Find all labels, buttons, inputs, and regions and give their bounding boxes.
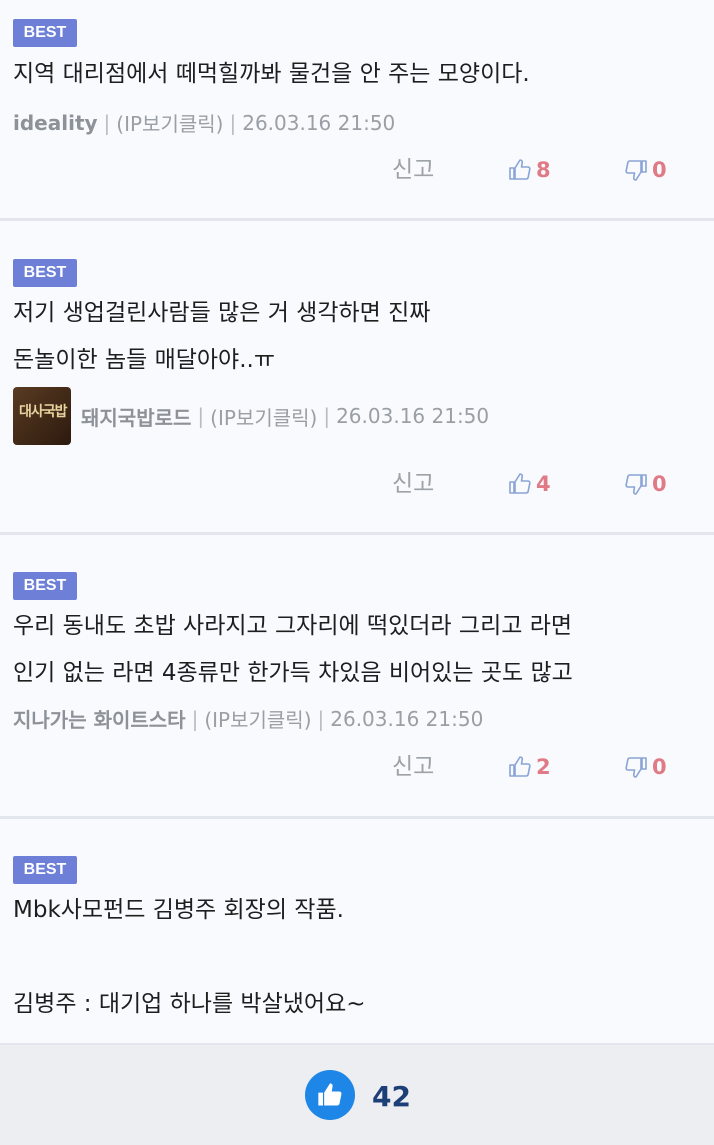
best-badge: BEST [13,572,77,600]
author-nick[interactable]: ideality [13,111,98,135]
author-nick[interactable]: 지나가는 화이트스타 [13,704,186,733]
comment-4: BEST Mbk사모펀드 김병주 회장의 작품. 김병주 : 대기업 하나를 박… [0,819,714,1043]
divider: | [317,706,325,731]
divider: | [197,404,205,428]
comment-text: Mbk사모펀드 김병주 회장의 작품. 김병주 : 대기업 하나를 박살냈어요~ [13,897,366,1017]
comment-actions: 신고 8 0 [0,150,714,190]
best-badge: BEST [13,856,77,884]
upvote-count: 8 [536,158,551,182]
comment-2: BEST 저기 생업걸린사람들 많은 거 생각하면 진짜 돈놀이한 놈들 매달아… [0,221,714,535]
upvote-count: 4 [536,472,551,496]
comment-text: 우리 동내도 초밥 사라지고 그자리에 떡있더라 그리고 라면 인기 없는 라면… [13,613,573,686]
report-button[interactable]: 신고 [392,747,434,787]
like-bar: 42 [0,1043,714,1145]
thumb-up-icon [509,473,531,494]
ip-link[interactable]: (IP보기클릭) [116,108,223,137]
downvote-count: 0 [652,472,667,496]
best-badge: BEST [13,19,77,47]
comment-actions: 신고 2 0 [0,747,714,787]
upvote-button[interactable]: 8 [508,150,551,190]
comment-actions: 신고 4 0 [0,464,714,504]
user-avatar[interactable]: 대사국밥 [13,387,71,445]
thumb-up-icon [509,159,531,180]
ip-link[interactable]: (IP보기클릭) [210,402,317,431]
downvote-button[interactable]: 0 [624,464,667,504]
upvote-button[interactable]: 4 [508,464,551,504]
downvote-button[interactable]: 0 [624,747,667,787]
report-button[interactable]: 신고 [392,464,434,504]
timestamp: 26.03.16 21:50 [336,404,490,428]
like-button[interactable] [305,1070,355,1120]
like-icon [318,1083,342,1106]
divider: | [323,404,331,428]
comment-meta: 지나가는 화이트스타 | (IP보기클릭) | 26.03.16 21:50 [13,704,483,733]
upvote-button[interactable]: 2 [508,747,551,787]
thumb-up-icon [509,756,531,777]
comment-1: BEST 지역 대리점에서 떼먹힐까봐 물건을 안 주는 모양이다. ideal… [0,0,714,221]
divider: | [191,706,199,731]
comment-meta: 대사국밥 돼지국밥로드 | (IP보기클릭) | 26.03.16 21:50 [13,387,489,445]
comment-text: 지역 대리점에서 떼먹힐까봐 물건을 안 주는 모양이다. [13,61,530,87]
downvote-button[interactable]: 0 [624,150,667,190]
upvote-count: 2 [536,755,551,779]
ip-link[interactable]: (IP보기클릭) [204,704,311,733]
thumb-down-icon [625,474,647,495]
thumb-down-icon [625,757,647,778]
timestamp: 26.03.16 21:50 [242,110,396,135]
downvote-count: 0 [652,158,667,182]
like-count: 42 [372,1080,411,1113]
comment-3: BEST 우리 동내도 초밥 사라지고 그자리에 떡있더라 그리고 라면 인기 … [0,535,714,819]
comment-text: 저기 생업걸린사람들 많은 거 생각하면 진짜 돈놀이한 놈들 매달아야..ㅠ [13,300,431,373]
timestamp: 26.03.16 21:50 [330,706,484,731]
divider: | [229,110,237,135]
divider: | [103,110,111,135]
best-badge: BEST [13,259,77,287]
author-nick[interactable]: 돼지국밥로드 [81,402,191,431]
comment-meta: ideality | (IP보기클릭) | 26.03.16 21:50 [13,108,395,137]
thumb-down-icon [625,160,647,181]
downvote-count: 0 [652,755,667,779]
report-button[interactable]: 신고 [392,150,434,190]
